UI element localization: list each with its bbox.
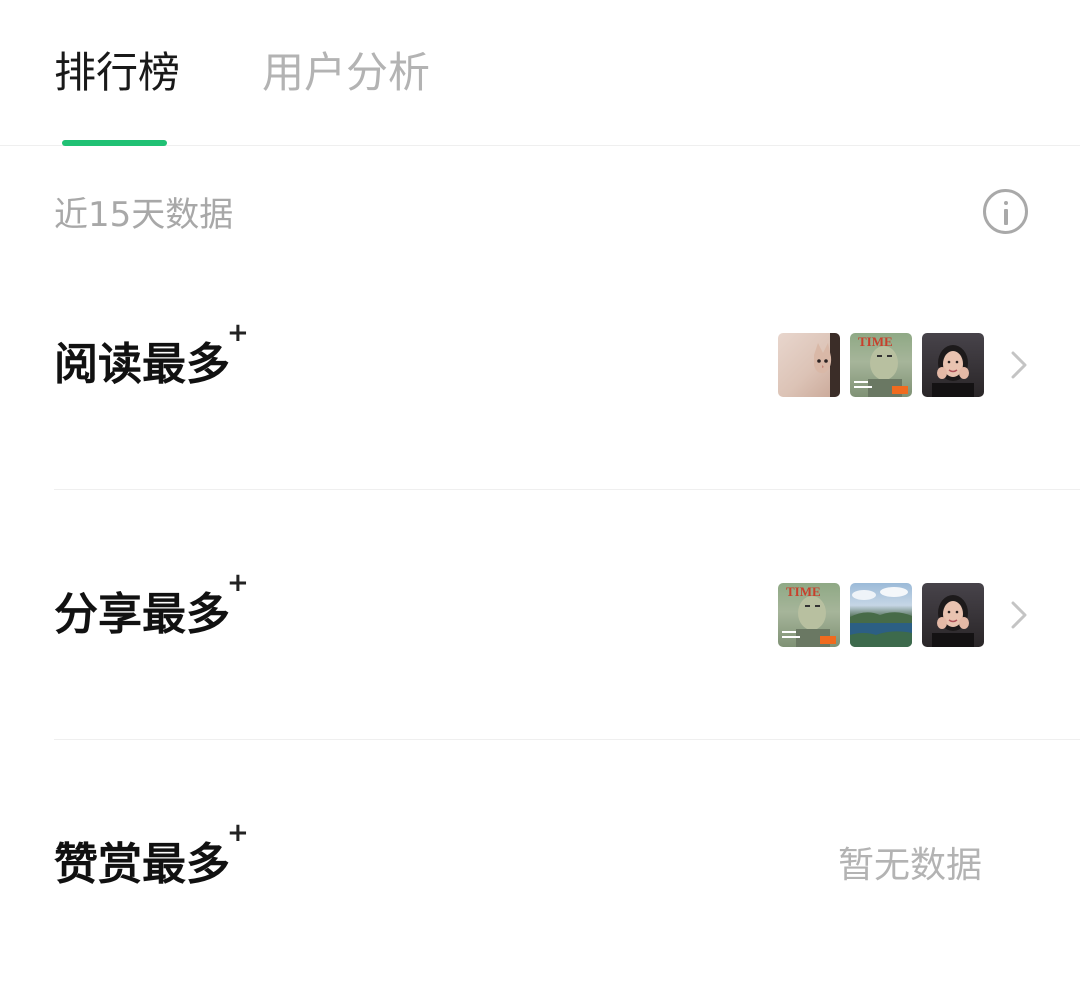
tab-user-analysis[interactable]: 用户分析 bbox=[262, 44, 430, 102]
chevron-right-icon bbox=[1011, 601, 1027, 629]
active-tab-indicator bbox=[62, 140, 167, 146]
thumbnail-time-magazine-cover: TIME bbox=[778, 583, 840, 647]
info-circle-icon[interactable] bbox=[983, 189, 1028, 234]
ranking-row-most-read[interactable]: 阅读最多 + TIME bbox=[0, 240, 1080, 490]
thumbnail-cat-photo bbox=[778, 333, 840, 397]
chevron-right-icon bbox=[1011, 351, 1027, 379]
row-title: 赞赏最多 bbox=[54, 839, 230, 890]
ranking-row-most-tipped: 赞赏最多 + 暂无数据 bbox=[0, 740, 1080, 985]
row-title: 分享最多 bbox=[54, 589, 230, 640]
period-label: 近15天数据 bbox=[54, 195, 234, 235]
row-title: 阅读最多 bbox=[54, 339, 230, 390]
plus-superscript: + bbox=[227, 568, 249, 598]
thumbnail-strip: TIME bbox=[778, 333, 984, 397]
ranking-row-most-shared[interactable]: 分享最多 + TIME bbox=[0, 490, 1080, 740]
thumbnail-time-magazine-cover: TIME bbox=[850, 333, 912, 397]
thumbnail-woman-portrait bbox=[922, 333, 984, 397]
thumbnail-lake-landscape bbox=[850, 583, 912, 647]
plus-superscript: + bbox=[227, 318, 249, 348]
thumbnail-woman-portrait bbox=[922, 583, 984, 647]
tab-bar: 排行榜 用户分析 bbox=[0, 0, 1080, 146]
plus-superscript: + bbox=[227, 818, 249, 848]
empty-state-text: 暂无数据 bbox=[838, 845, 983, 886]
thumbnail-strip: TIME bbox=[778, 583, 984, 647]
tab-ranking[interactable]: 排行榜 bbox=[54, 44, 180, 102]
